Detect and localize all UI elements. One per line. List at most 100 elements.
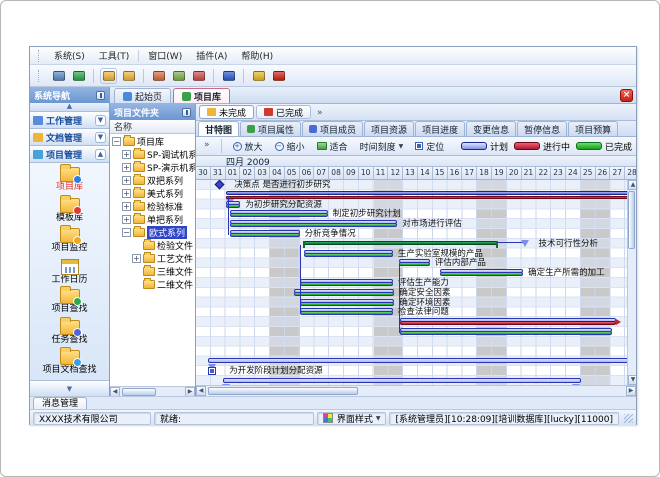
filter-tab-未完成[interactable]: 未完成: [199, 105, 254, 119]
chevron-up-icon[interactable]: ▲: [95, 149, 106, 160]
scroll-thumb[interactable]: [628, 191, 635, 249]
sidebar-item-工作日历[interactable]: 工作日历: [33, 258, 107, 289]
gantt-tab-甘特图[interactable]: 甘特图: [198, 121, 239, 136]
gantt-tab-项目预算[interactable]: 项目预算: [568, 121, 618, 136]
gantt-tab-项目成员[interactable]: 项目成员: [302, 121, 363, 136]
tree-node-SP-调试机系[interactable]: +SP-调试机系: [110, 148, 195, 161]
summary-bar[interactable]: [303, 241, 498, 245]
gantt-hscrollbar[interactable]: ◀ ▶: [196, 385, 636, 396]
task-bar-progress[interactable]: [300, 311, 393, 315]
gantt-tab-项目资源[interactable]: 项目资源: [364, 121, 414, 136]
task-bar-progress[interactable]: [399, 262, 430, 266]
tree-node-SP-演示机系[interactable]: +SP-演示机系: [110, 161, 195, 174]
window-close-icon[interactable]: [190, 68, 207, 84]
folder-view-icon[interactable]: [120, 68, 137, 84]
scroll-right-icon[interactable]: ▶: [626, 386, 636, 396]
task-bar-progress[interactable]: [304, 253, 393, 257]
interface-style-button[interactable]: 界面样式 ▼: [317, 412, 387, 425]
menu-item[interactable]: 插件(A): [189, 47, 234, 64]
power-icon[interactable]: [270, 68, 287, 84]
pin-icon[interactable]: [182, 108, 191, 117]
more-tabs-icon[interactable]: »: [313, 108, 327, 118]
expand-icon[interactable]: +: [132, 254, 141, 263]
tree-node-美式系列[interactable]: +美式系列: [110, 187, 195, 200]
tree-node-检验标准[interactable]: +检验标准: [110, 200, 195, 213]
expand-icon[interactable]: +: [122, 150, 131, 159]
expand-icon[interactable]: +: [122, 176, 131, 185]
tree-node-二维文件[interactable]: 二维文件: [110, 278, 195, 291]
lock-icon[interactable]: [250, 68, 267, 84]
chevron-down-icon[interactable]: ▼: [95, 132, 106, 143]
menu-item[interactable]: 窗口(W): [141, 47, 189, 64]
globe-icon[interactable]: [70, 68, 87, 84]
tab-起始页[interactable]: 起始页: [114, 88, 171, 103]
sidebar-item-项目库[interactable]: 项目库: [33, 166, 107, 197]
gantt-tab-变更信息[interactable]: 变更信息: [466, 121, 516, 136]
scroll-thumb[interactable]: [208, 387, 358, 395]
task-bar-progress[interactable]: [230, 233, 300, 237]
tree-hscrollbar[interactable]: ◀ ▶: [110, 386, 195, 396]
sidebar-item-项目文档查找[interactable]: 项目文档查找: [33, 349, 107, 380]
menu-item[interactable]: 系统(S): [47, 47, 92, 64]
computer-icon[interactable]: [50, 68, 67, 84]
time-scale-dropdown-button[interactable]: 时间刻度▼: [356, 139, 408, 154]
pin-icon[interactable]: [96, 91, 105, 100]
tab-项目库[interactable]: 项目库: [173, 88, 230, 103]
task-bar-progress[interactable]: [300, 302, 395, 306]
collapse-icon[interactable]: −: [122, 228, 131, 237]
locate-button[interactable]: 定位: [411, 139, 448, 154]
toolbar-overflow-icon[interactable]: »: [200, 140, 214, 150]
plan-bar[interactable]: [208, 358, 627, 363]
task-bar-progress[interactable]: [294, 292, 395, 296]
sidebar-item-任务查找[interactable]: 任务查找: [33, 319, 107, 350]
sidebar-section-文档管理[interactable]: 文档管理▼: [30, 129, 109, 146]
expand-icon[interactable]: +: [122, 202, 131, 211]
scroll-left-icon[interactable]: ◀: [196, 386, 206, 396]
scroll-left-icon[interactable]: ◀: [110, 387, 120, 397]
scroll-down-icon[interactable]: ▼: [628, 375, 636, 385]
menu-item[interactable]: 帮助(H): [234, 47, 280, 64]
sidebar-section-项目管理[interactable]: 项目管理▲: [30, 146, 109, 163]
zoom-out-button[interactable]: −缩小: [271, 139, 309, 154]
chevron-down-icon[interactable]: ▼: [95, 115, 106, 126]
help-icon[interactable]: [220, 68, 237, 84]
sidebar-section-工作管理[interactable]: 工作管理▼: [30, 112, 109, 129]
menu-item[interactable]: 工具(T): [92, 47, 137, 64]
plan-bar[interactable]: [223, 378, 581, 383]
gantt-tab-项目进度[interactable]: 项目进度: [415, 121, 465, 136]
tree-node-双把系列[interactable]: +双把系列: [110, 174, 195, 187]
close-icon[interactable]: ×: [620, 89, 633, 102]
scroll-thumb[interactable]: [122, 388, 156, 396]
task-bar-progress[interactable]: [440, 272, 523, 276]
collapse-icon[interactable]: −: [112, 137, 121, 146]
scroll-right-icon[interactable]: ▶: [185, 387, 195, 397]
tree-column-header[interactable]: 名称: [110, 120, 195, 134]
expand-icon[interactable]: +: [122, 189, 131, 198]
open-folder-icon[interactable]: [100, 68, 117, 84]
task-bar-progress[interactable]: [230, 213, 328, 217]
gantt-tab-暂停信息[interactable]: 暂停信息: [517, 121, 567, 136]
sidebar-item-项目监控[interactable]: 项目监控: [33, 227, 107, 258]
sidebar-scroll-up[interactable]: ▲: [30, 103, 109, 112]
tree-node-项目库[interactable]: −项目库: [110, 135, 195, 148]
message-management-tab[interactable]: 消息管理: [33, 397, 87, 409]
task-bar-progress[interactable]: [400, 331, 612, 335]
tree-node-工艺文件[interactable]: +工艺文件: [110, 252, 195, 265]
tree-node-欧式系列[interactable]: −欧式系列: [110, 226, 195, 239]
gantt-tab-项目属性[interactable]: 项目属性: [240, 121, 301, 136]
scroll-up-icon[interactable]: ▲: [628, 180, 636, 190]
tree-node-三维文件[interactable]: 三维文件: [110, 265, 195, 278]
fit-button[interactable]: 适合: [313, 139, 352, 154]
task-bar-active[interactable]: [400, 321, 616, 325]
sidebar-item-模板库[interactable]: 模板库: [33, 197, 107, 228]
task-bar-progress[interactable]: [230, 223, 397, 227]
project-summary-bar[interactable]: [226, 191, 627, 195]
window-new-icon[interactable]: [150, 68, 167, 84]
resize-grip[interactable]: [624, 414, 633, 423]
filter-tab-已完成[interactable]: 已完成: [256, 105, 311, 119]
tree-node-检验文件[interactable]: 检验文件: [110, 239, 195, 252]
zoom-in-button[interactable]: +放大: [229, 139, 267, 154]
tree-node-单把系列[interactable]: +单把系列: [110, 213, 195, 226]
gantt-vscrollbar[interactable]: ▲ ▼: [627, 180, 636, 385]
sidebar-scroll-down[interactable]: ▼: [30, 380, 109, 396]
